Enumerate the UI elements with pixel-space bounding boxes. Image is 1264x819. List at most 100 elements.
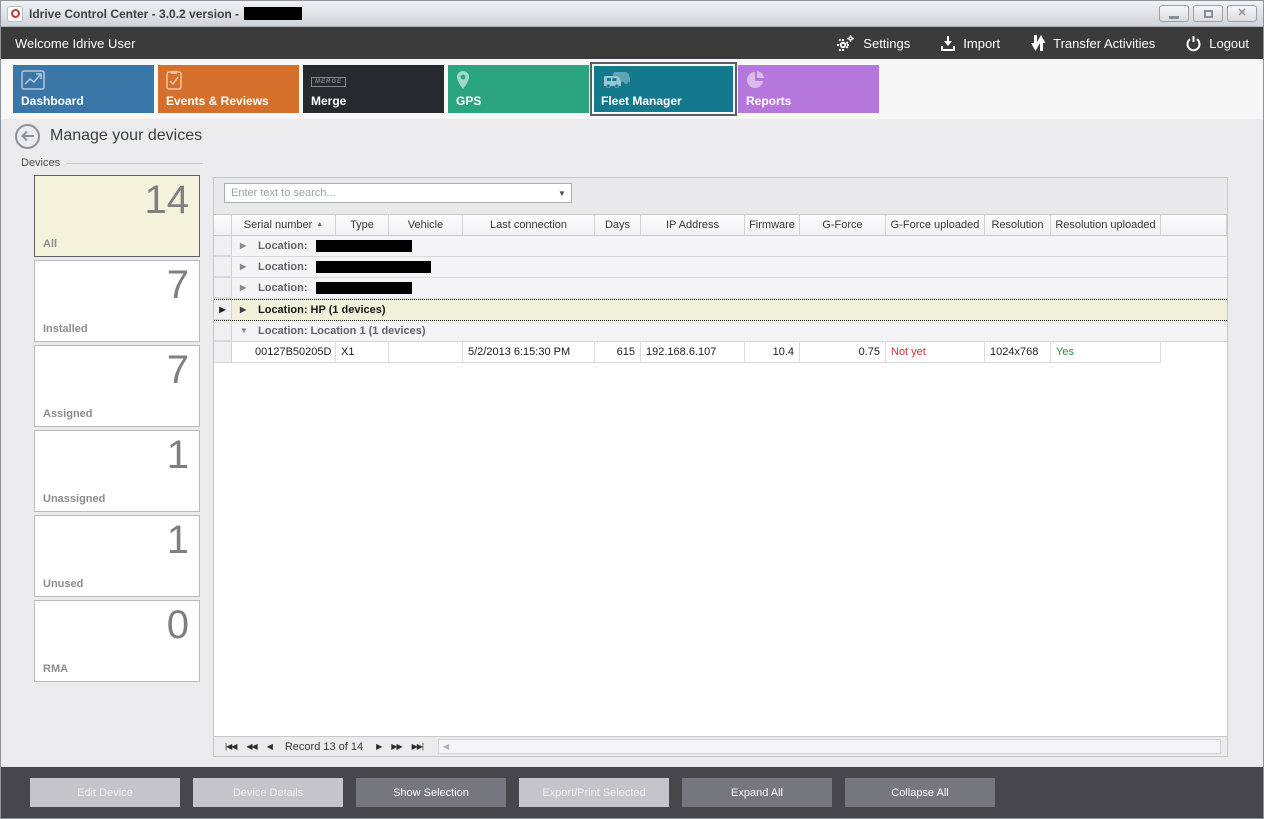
next-page-icon[interactable]: ▶▶ (386, 742, 406, 751)
combo-dropdown-icon[interactable]: ▼ (553, 189, 571, 198)
device-card-rma[interactable]: 0 RMA (34, 600, 200, 682)
expand-expanded-icon[interactable]: ▼ (240, 321, 250, 341)
sort-ascending-icon: ▲ (316, 215, 323, 235)
next-record-icon[interactable]: ▶ (371, 742, 386, 751)
column-header-resolution-uploaded[interactable]: Resolution uploaded (1051, 215, 1161, 236)
column-header-serial[interactable]: Serial number▲ (232, 215, 336, 236)
top-menu-bar: Welcome Idrive User Settings Import Tran… (1, 27, 1263, 59)
tile-label: Dashboard (21, 94, 84, 108)
column-header-days[interactable]: Days (595, 215, 641, 236)
vehicles-icon (601, 70, 631, 93)
row-indicator-cell (214, 342, 232, 363)
tile-gps[interactable]: GPS (448, 65, 589, 113)
scroll-left-icon[interactable]: ◀ (439, 742, 453, 751)
close-button[interactable]: ✕ (1227, 5, 1257, 22)
first-record-icon[interactable]: |◀◀ (220, 742, 241, 751)
show-selection-button[interactable]: Show Selection (356, 778, 506, 807)
minimize-button[interactable] (1159, 5, 1189, 22)
edit-device-button[interactable]: Edit Device (30, 778, 180, 807)
transfer-activities-button[interactable]: Transfer Activities (1030, 34, 1155, 52)
column-header-gforce[interactable]: G-Force (800, 215, 886, 236)
device-card-assigned[interactable]: 7 Assigned (34, 345, 200, 427)
tile-dashboard[interactable]: Dashboard (13, 65, 154, 113)
redacted-location-text (316, 261, 431, 273)
cell-last-connection: 5/2/2013 6:15:30 PM (463, 342, 595, 363)
expand-collapsed-icon[interactable]: ▶ (240, 257, 250, 277)
device-grid-panel: ▼ Serial number▲ Type Vehicle Last conne… (213, 177, 1228, 757)
device-card-label: All (43, 238, 57, 250)
device-card-label: Installed (43, 323, 88, 335)
settings-button[interactable]: Settings (836, 34, 910, 52)
prev-record-icon[interactable]: ◀ (262, 742, 277, 751)
column-header-filler (1161, 215, 1227, 236)
tile-label: Events & Reviews (166, 94, 269, 108)
prev-page-icon[interactable]: ◀◀ (241, 742, 261, 751)
expand-collapsed-icon[interactable]: ▶ (240, 278, 250, 298)
cell-vehicle (389, 342, 463, 363)
devices-panel: Devices 14 All 7 Installed 7 Assigned 1 … (1, 153, 213, 769)
column-header-firmware[interactable]: Firmware (745, 215, 800, 236)
devices-panel-label: Devices (21, 157, 213, 169)
device-card-all[interactable]: 14 All (34, 175, 200, 257)
group-label: Location: (258, 257, 308, 277)
last-record-icon[interactable]: ▶▶| (407, 742, 428, 751)
export-print-selected-button[interactable]: Export/Print Selected (519, 778, 669, 807)
merge-badge-icon: MERGE (311, 70, 346, 88)
maximize-icon (1204, 10, 1213, 18)
window-titlebar: Idrive Control Center - 3.0.2 version - … (1, 1, 1263, 27)
device-card-unused[interactable]: 1 Unused (34, 515, 200, 597)
column-header-gforce-uploaded[interactable]: G-Force uploaded (886, 215, 985, 236)
pie-chart-icon (746, 70, 766, 95)
page-title: Manage your devices (50, 127, 202, 145)
group-row-location-1[interactable]: ▶ Location: (214, 236, 1227, 257)
transfer-arrows-icon (1030, 34, 1046, 52)
tile-reports[interactable]: Reports (738, 65, 879, 113)
row-indicator-cell (214, 257, 232, 277)
column-header-vehicle[interactable]: Vehicle (389, 215, 463, 236)
device-count: 14 (145, 178, 190, 223)
device-card-unassigned[interactable]: 1 Unassigned (34, 430, 200, 512)
tile-merge[interactable]: MERGE Merge (303, 65, 444, 113)
column-header-resolution[interactable]: Resolution (985, 215, 1051, 236)
devices-table: Serial number▲ Type Vehicle Last connect… (214, 214, 1227, 756)
cell-ip: 192.168.6.107 (641, 342, 745, 363)
back-button[interactable] (15, 124, 40, 149)
cell-type: X1 (336, 342, 389, 363)
expand-collapsed-icon[interactable]: ▶ (240, 236, 250, 256)
device-row[interactable]: 00127B50205D X1 5/2/2013 6:15:30 PM 615 … (214, 342, 1227, 363)
line-chart-icon (21, 70, 45, 95)
group-row-location-3[interactable]: ▶Location: (214, 278, 1227, 299)
column-header-type[interactable]: Type (336, 215, 389, 236)
group-label: Location: (258, 236, 308, 256)
tile-fleet-manager[interactable]: Fleet Manager (593, 65, 734, 113)
device-card-label: Unassigned (43, 493, 105, 505)
cell-resolution-uploaded: Yes (1051, 342, 1161, 363)
window-title: Idrive Control Center - 3.0.2 version - (29, 7, 239, 21)
welcome-text: Welcome Idrive User (15, 36, 135, 51)
device-card-label: Unused (43, 578, 83, 590)
device-card-installed[interactable]: 7 Installed (34, 260, 200, 342)
search-input[interactable] (225, 187, 553, 199)
logout-button[interactable]: Logout (1185, 35, 1249, 52)
redacted-location-text (316, 240, 412, 252)
footer-action-bar: Edit Device Device Details Show Selectio… (1, 767, 1263, 818)
tile-events-reviews[interactable]: Events & Reviews (158, 65, 299, 113)
group-row-location-hp[interactable]: ▶ ▶Location: HP (1 devices) (214, 299, 1227, 321)
column-header-last-connection[interactable]: Last connection (463, 215, 595, 236)
collapse-all-button[interactable]: Collapse All (845, 778, 995, 807)
import-button[interactable]: Import (940, 35, 1000, 51)
expand-all-button[interactable]: Expand All (682, 778, 832, 807)
device-count: 7 (167, 263, 189, 308)
horizontal-scrollbar[interactable]: ◀ (438, 739, 1221, 754)
maximize-button[interactable] (1193, 5, 1223, 22)
column-header-ip[interactable]: IP Address (641, 215, 745, 236)
row-indicator-cell (214, 321, 232, 341)
device-card-label: RMA (43, 663, 68, 675)
device-details-button[interactable]: Device Details (193, 778, 343, 807)
device-card-label: Assigned (43, 408, 93, 420)
row-indicator-header (214, 215, 232, 236)
close-icon: ✕ (1237, 8, 1246, 19)
expand-collapsed-icon[interactable]: ▶ (240, 300, 250, 320)
group-row-location-2[interactable]: ▶ Location: (214, 257, 1227, 278)
group-row-location-location1[interactable]: ▼Location: Location 1 (1 devices) (214, 321, 1227, 342)
